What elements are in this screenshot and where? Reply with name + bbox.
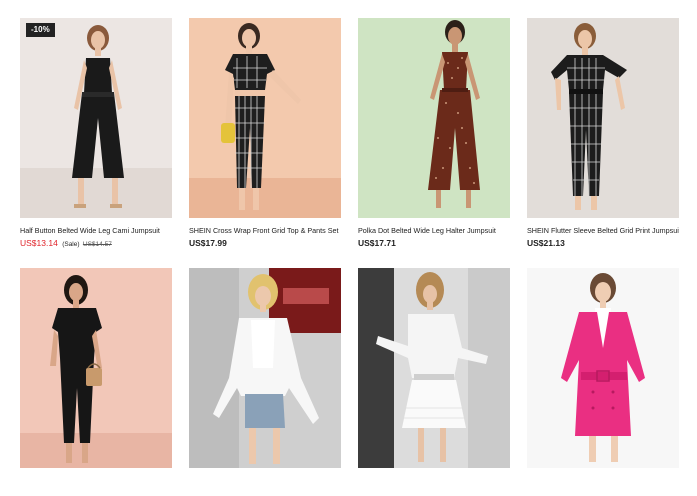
product-title[interactable]: Polka Dot Belted Wide Leg Halter Jumpsui… bbox=[358, 226, 510, 235]
discount-badge: -10% bbox=[26, 23, 55, 37]
model-photo bbox=[358, 268, 510, 468]
product-card[interactable]: SHEIN Flutter Sleeve Belted Grid Print J… bbox=[527, 18, 679, 248]
original-price: US$14.57 bbox=[82, 241, 112, 248]
model-photo bbox=[189, 18, 341, 218]
product-image[interactable] bbox=[189, 18, 341, 218]
product-grid: -10% Half Button Belted Wide Leg Cami Ju… bbox=[0, 0, 697, 496]
product-image[interactable] bbox=[527, 268, 679, 468]
product-card[interactable]: -10% Half Button Belted Wide Leg Cami Ju… bbox=[20, 18, 172, 250]
model-photo bbox=[20, 268, 172, 468]
price-line: US$17.99 bbox=[189, 238, 341, 248]
product-title[interactable]: Half Button Belted Wide Leg Cami Jumpsui… bbox=[20, 226, 172, 235]
model-photo bbox=[189, 268, 341, 468]
product-image[interactable]: -10% bbox=[20, 18, 172, 218]
sale-price: US$13.14 bbox=[20, 238, 58, 248]
price-line: US$17.71 bbox=[358, 238, 510, 248]
model-photo bbox=[358, 18, 510, 218]
product-image[interactable] bbox=[358, 18, 510, 218]
product-card[interactable] bbox=[527, 268, 679, 468]
product-image[interactable] bbox=[189, 268, 341, 468]
product-card[interactable]: SHEIN Cross Wrap Front Grid Top & Pants … bbox=[189, 18, 341, 248]
price-line: US$13.14 (Sale) US$14.57 bbox=[20, 238, 172, 250]
product-card[interactable]: Polka Dot Belted Wide Leg Halter Jumpsui… bbox=[358, 18, 510, 248]
price-line: US$21.13 bbox=[527, 238, 679, 248]
product-title[interactable]: SHEIN Cross Wrap Front Grid Top & Pants … bbox=[189, 226, 341, 235]
product-card[interactable] bbox=[20, 268, 172, 468]
model-photo bbox=[527, 18, 679, 218]
product-image[interactable] bbox=[527, 18, 679, 218]
product-card[interactable] bbox=[189, 268, 341, 468]
product-card[interactable] bbox=[358, 268, 510, 468]
price: US$17.99 bbox=[189, 238, 227, 248]
model-photo bbox=[20, 18, 172, 218]
price: US$21.13 bbox=[527, 238, 565, 248]
product-image[interactable] bbox=[358, 268, 510, 468]
model-photo bbox=[527, 268, 679, 468]
product-title[interactable]: SHEIN Flutter Sleeve Belted Grid Print J… bbox=[527, 226, 679, 235]
price: US$17.71 bbox=[358, 238, 396, 248]
sale-tag: (Sale) bbox=[62, 241, 80, 248]
product-image[interactable] bbox=[20, 268, 172, 468]
